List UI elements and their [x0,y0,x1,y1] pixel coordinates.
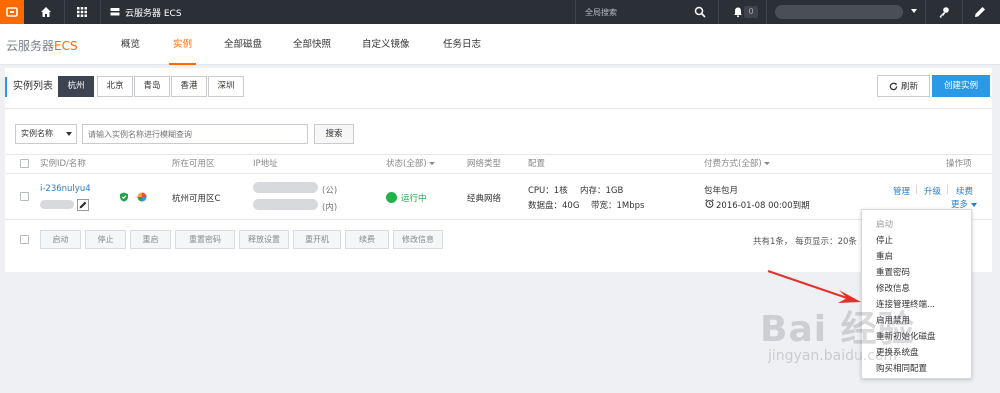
notification-count: 0 [744,6,758,18]
menu-item-replace-system-disk[interactable]: 更换系统盘 [876,346,919,358]
product-nav: 云服务器ECS 概览 实例 全部磁盘 全部快照 自定义镜像 任务日志 [0,24,1000,65]
col-billing-filter[interactable]: 付费方式(全部) [704,155,770,173]
region-hangzhou[interactable]: 杭州 [58,76,94,97]
chevron-down-icon [763,162,770,165]
action-separator: | [946,185,949,195]
chevron-down-icon [66,132,72,136]
home-icon[interactable] [30,0,62,24]
tab-overview[interactable]: 概览 [121,24,140,65]
row-checkbox[interactable] [20,192,29,201]
refresh-icon [889,82,898,90]
pagination-info: 共有1条， 每页显示：20条 [753,237,857,247]
action-separator: | [915,185,918,195]
instance-list-panel: 实例列表 杭州 北京 青岛 香港 深圳 刷新 创建实例 实例名称 搜索 实例ID… [5,68,992,272]
tab-custom-images[interactable]: 自定义镜像 [362,24,410,65]
bulk-release-settings-button[interactable]: 释放设置 [239,230,289,249]
col-network: 网络类型 [467,159,502,169]
manage-link[interactable]: 管理 [893,185,910,197]
cpu-spec: CPU：1核 [528,186,568,196]
create-instance-button[interactable]: 创建实例 [932,75,990,97]
product-brand: 云服务器ECS [6,39,78,53]
menu-item-start[interactable]: 启动 [876,218,893,230]
top-bar: 云服务器 ECS 全局搜索 0 [0,0,1000,24]
bulk-actions-bar: 启动 停止 重启 重置密码 释放设置 重开机 续费 修改信息 共有1条， 每页显… [5,220,992,260]
bulk-reset-password-button[interactable]: 重置密码 [175,230,235,249]
annotation-arrow [767,270,861,303]
running-status-icon [386,192,397,203]
bulk-reboot-button[interactable]: 重开机 [293,230,341,249]
chevron-down-icon [970,202,977,207]
refresh-button[interactable]: 刷新 [877,75,930,97]
instance-name-blurred [40,200,74,209]
menu-item-reinit-disk[interactable]: 重新初始化磁盘 [876,330,936,342]
public-ip-blurred [253,182,318,193]
private-ip-blurred [253,199,318,210]
apps-grid-icon[interactable] [66,0,98,24]
region-shenzhen[interactable]: 深圳 [208,76,244,97]
menu-item-stop[interactable]: 停止 [876,234,893,246]
instance-search-input[interactable] [82,124,308,144]
user-account-blurred[interactable] [775,5,903,19]
more-actions-menu: 启动 停止 重启 重置密码 修改信息 连接管理终端... 启用禁用 重新初始化磁… [861,209,972,379]
public-ip-label: (公) [322,186,338,196]
menu-item-edit-info[interactable]: 修改信息 [876,282,910,294]
panel-title: 实例列表 [5,77,53,97]
billing-type: 包年包月 [704,186,739,196]
network-type: 经典网络 [467,194,502,204]
tab-all-disks[interactable]: 全部磁盘 [224,24,262,65]
renew-link[interactable]: 续费 [956,185,973,197]
menu-item-buy-same-config[interactable]: 购买相同配置 [876,362,927,374]
select-all-checkbox[interactable] [20,159,29,168]
tab-instances[interactable]: 实例 [168,24,197,65]
status-badge: 运行中 [401,194,427,204]
bulk-select-checkbox[interactable] [20,235,29,244]
bulk-renew-button[interactable]: 续费 [345,230,389,249]
col-zone: 所在可用区 [172,159,215,169]
alarm-clock-icon [705,199,714,208]
col-config: 配置 [528,159,546,169]
menu-item-connect-terminal[interactable]: 连接管理终端... [876,298,935,310]
col-actions: 操作项 [946,159,972,169]
monitor-status-icon[interactable] [137,192,147,202]
product-switcher[interactable]: 云服务器 ECS [110,0,182,24]
table-header: 实例ID/名称 所在可用区 IP地址 状态(全部) 网络类型 配置 付费方式(全… [5,154,992,174]
edit-pencil-icon[interactable] [964,0,996,24]
search-button[interactable]: 搜索 [314,124,354,144]
product-name: 云服务器 ECS [125,8,182,19]
region-hongkong[interactable]: 香港 [171,76,207,97]
tab-task-log[interactable]: 任务日志 [443,24,481,65]
col-ip: IP地址 [253,159,278,169]
security-shield-icon[interactable] [119,192,129,202]
zone-value: 杭州可用区C [172,194,221,204]
region-qingdao[interactable]: 青岛 [134,76,170,97]
disk-spec: 数据盘：40G [528,201,580,211]
region-beijing[interactable]: 北京 [97,76,133,97]
menu-item-reset-password[interactable]: 重置密码 [876,266,910,278]
instance-id-link[interactable]: i-236nulyu4 [40,184,91,194]
bulk-restart-button[interactable]: 重启 [130,230,171,249]
bulk-edit-info-button[interactable]: 修改信息 [393,230,443,249]
private-ip-label: (内) [322,203,338,213]
tab-all-snapshots[interactable]: 全部快照 [293,24,331,65]
bulk-stop-button[interactable]: 停止 [85,230,126,249]
expire-date: 2016-01-08 00:00到期 [716,201,810,211]
table-row: i-236nulyu4 杭州可用区C (公) (内) 运行中 经典网络 CPU：… [5,174,992,220]
user-menu-caret-icon[interactable] [911,9,917,13]
menu-item-toggle[interactable]: 启用禁用 [876,314,910,326]
aliyun-logo-icon[interactable] [0,0,24,24]
chevron-down-icon [428,162,435,165]
server-icon [110,8,120,16]
bulk-start-button[interactable]: 启动 [40,230,81,249]
filter-field-select[interactable]: 实例名称 [15,124,77,144]
bandwidth-spec: 带宽：1Mbps [591,201,645,211]
divider [5,108,992,109]
upgrade-link[interactable]: 升级 [924,185,941,197]
edit-name-icon[interactable] [77,199,89,211]
search-icon[interactable] [684,0,716,24]
col-status-filter[interactable]: 状态(全部) [386,155,435,173]
col-id-name: 实例ID/名称 [40,159,86,169]
memory-spec: 内存：1GB [580,186,624,196]
key-icon[interactable] [928,0,960,24]
menu-item-restart[interactable]: 重启 [876,250,893,262]
